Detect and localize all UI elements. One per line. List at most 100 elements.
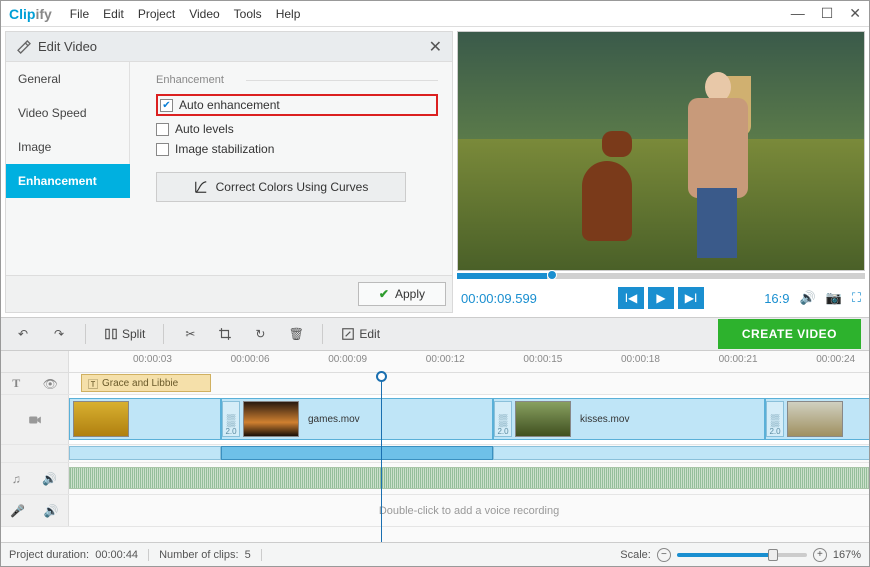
clip-thumbnail xyxy=(73,401,129,437)
redo-button[interactable]: ↷ xyxy=(45,322,73,346)
volume-icon[interactable]: 🔊 xyxy=(800,290,816,306)
ruler-tick: 00:00:18 xyxy=(621,354,660,365)
text-clip[interactable]: 🅃 Grace and Libbie xyxy=(81,374,211,392)
video-clip[interactable]: 2.0 games.mov xyxy=(221,398,493,440)
clip-thumbnail xyxy=(787,401,843,437)
transition-icon[interactable]: 2.0 xyxy=(766,401,784,437)
clip-thumbnail xyxy=(515,401,571,437)
window-minimize-icon[interactable]: — xyxy=(791,5,805,22)
clips-value: 5 xyxy=(245,549,251,561)
cut-button[interactable]: ✂ xyxy=(176,322,204,346)
tab-video-speed[interactable]: Video Speed xyxy=(6,96,130,130)
transition-icon[interactable]: 2.0 xyxy=(494,401,512,437)
rotate-icon: ↻ xyxy=(252,326,268,342)
zoom-in-button[interactable]: + xyxy=(813,548,827,562)
ruler-tick: 00:00:24 xyxy=(816,354,855,365)
video-preview[interactable] xyxy=(457,31,865,271)
text-track-icon: T xyxy=(12,376,20,391)
clip-range-bar[interactable] xyxy=(221,446,493,460)
window-maximize-icon[interactable]: ☐ xyxy=(821,5,834,22)
visibility-toggle-icon[interactable]: 👁 xyxy=(43,377,57,391)
window-close-icon[interactable]: ✕ xyxy=(849,5,861,22)
scale-label: Scale: xyxy=(620,549,651,561)
edit-video-panel: Edit Video ✕ GeneralVideo SpeedImageEnha… xyxy=(5,31,453,313)
prev-frame-button[interactable]: I◀ xyxy=(618,287,644,309)
undo-button[interactable]: ↶ xyxy=(9,322,37,346)
trash-icon: 🗑 xyxy=(288,326,304,342)
scissors-icon: ✂ xyxy=(182,326,198,342)
video-track[interactable]: 2.0 games.mov 2.0 kisses.mov 2.0 xyxy=(69,395,869,444)
image-stabilization-checkbox[interactable] xyxy=(156,143,169,156)
ruler-tick: 00:00:12 xyxy=(426,354,465,365)
menu-help[interactable]: Help xyxy=(276,7,301,21)
edit-button[interactable]: Edit xyxy=(335,323,386,345)
duration-value: 00:00:44 xyxy=(95,549,138,561)
playhead[interactable] xyxy=(381,373,382,542)
menu-tools[interactable]: Tools xyxy=(234,7,262,21)
split-icon xyxy=(104,327,118,341)
timeline: 00:00:0300:00:0600:00:0900:00:1200:00:15… xyxy=(1,351,869,542)
fieldset-label: Enhancement xyxy=(156,74,438,86)
snapshot-icon[interactable]: 📷 xyxy=(826,290,842,306)
video-clip[interactable] xyxy=(69,398,221,440)
aspect-ratio[interactable]: 16:9 xyxy=(764,291,789,306)
zoom-slider[interactable] xyxy=(677,553,807,557)
video-clip[interactable]: 2.0 xyxy=(765,398,869,440)
menu-edit[interactable]: Edit xyxy=(103,7,124,21)
preview-progress[interactable] xyxy=(457,273,865,279)
apply-button[interactable]: ✔ Apply xyxy=(358,282,446,306)
clips-label: Number of clips: xyxy=(159,549,238,561)
mute-toggle-icon[interactable]: 🔊 xyxy=(44,504,59,518)
edit-icon xyxy=(16,39,32,55)
audio-track[interactable] xyxy=(69,463,869,494)
create-video-button[interactable]: CREATE VIDEO xyxy=(718,319,861,349)
zoom-out-button[interactable]: − xyxy=(657,548,671,562)
menubar: Clipify FileEditProjectVideoToolsHelp — … xyxy=(1,1,869,27)
auto-enhancement-label: Auto enhancement xyxy=(179,98,280,112)
ruler-tick: 00:00:21 xyxy=(719,354,758,365)
mute-toggle-icon[interactable]: 🔊 xyxy=(42,472,57,486)
tab-general[interactable]: General xyxy=(6,62,130,96)
clip-range-bar[interactable] xyxy=(493,446,869,460)
crop-icon xyxy=(218,327,232,341)
transition-icon[interactable]: 2.0 xyxy=(222,401,240,437)
panel-title: Edit Video xyxy=(38,39,97,54)
delete-button[interactable]: 🗑 xyxy=(282,322,310,346)
fullscreen-icon[interactable]: ⛶ xyxy=(852,290,861,306)
ruler-tick: 00:00:09 xyxy=(328,354,367,365)
audio-track-icon: ♫ xyxy=(12,472,21,486)
voice-track[interactable]: Double-click to add a voice recording xyxy=(69,495,869,526)
panel-close-icon[interactable]: ✕ xyxy=(429,37,442,57)
auto-levels-checkbox[interactable] xyxy=(156,123,169,136)
crop-button[interactable] xyxy=(212,323,238,345)
menu-project[interactable]: Project xyxy=(138,7,175,21)
image-stabilization-label: Image stabilization xyxy=(175,142,274,156)
menu-video[interactable]: Video xyxy=(189,7,219,21)
clip-range-bar[interactable] xyxy=(69,446,221,460)
tab-enhancement[interactable]: Enhancement xyxy=(6,164,130,198)
curves-icon xyxy=(194,180,208,194)
mic-track-icon: 🎤 xyxy=(10,504,25,518)
play-button[interactable]: ▶ xyxy=(648,287,674,309)
timecode: 00:00:09.599 xyxy=(461,291,537,306)
time-ruler[interactable]: 00:00:0300:00:0600:00:0900:00:1200:00:15… xyxy=(69,351,869,372)
split-button[interactable]: Split xyxy=(98,323,151,345)
duration-label: Project duration: xyxy=(9,549,89,561)
voice-hint: Double-click to add a voice recording xyxy=(69,495,869,526)
text-clip-icon: 🅃 xyxy=(88,376,98,391)
rotate-button[interactable]: ↻ xyxy=(246,322,274,346)
clip-label: kisses.mov xyxy=(580,414,629,425)
clip-label: games.mov xyxy=(308,414,360,425)
ruler-tick: 00:00:03 xyxy=(133,354,172,365)
pencil-square-icon xyxy=(341,327,355,341)
correct-colors-curves-button[interactable]: Correct Colors Using Curves xyxy=(156,172,406,202)
menu-file[interactable]: File xyxy=(70,7,89,21)
auto-enhancement-checkbox[interactable]: ✔ xyxy=(160,99,173,112)
next-frame-button[interactable]: ▶I xyxy=(678,287,704,309)
auto-levels-label: Auto levels xyxy=(175,122,234,136)
video-clip[interactable]: 2.0 kisses.mov xyxy=(493,398,765,440)
tab-image[interactable]: Image xyxy=(6,130,130,164)
timeline-toolbar: ↶ ↷ Split ✂ ↻ 🗑 Edit CREATE VIDEO xyxy=(1,317,869,351)
zoom-value: 167% xyxy=(833,549,861,561)
app-logo: Clipify xyxy=(9,6,52,22)
